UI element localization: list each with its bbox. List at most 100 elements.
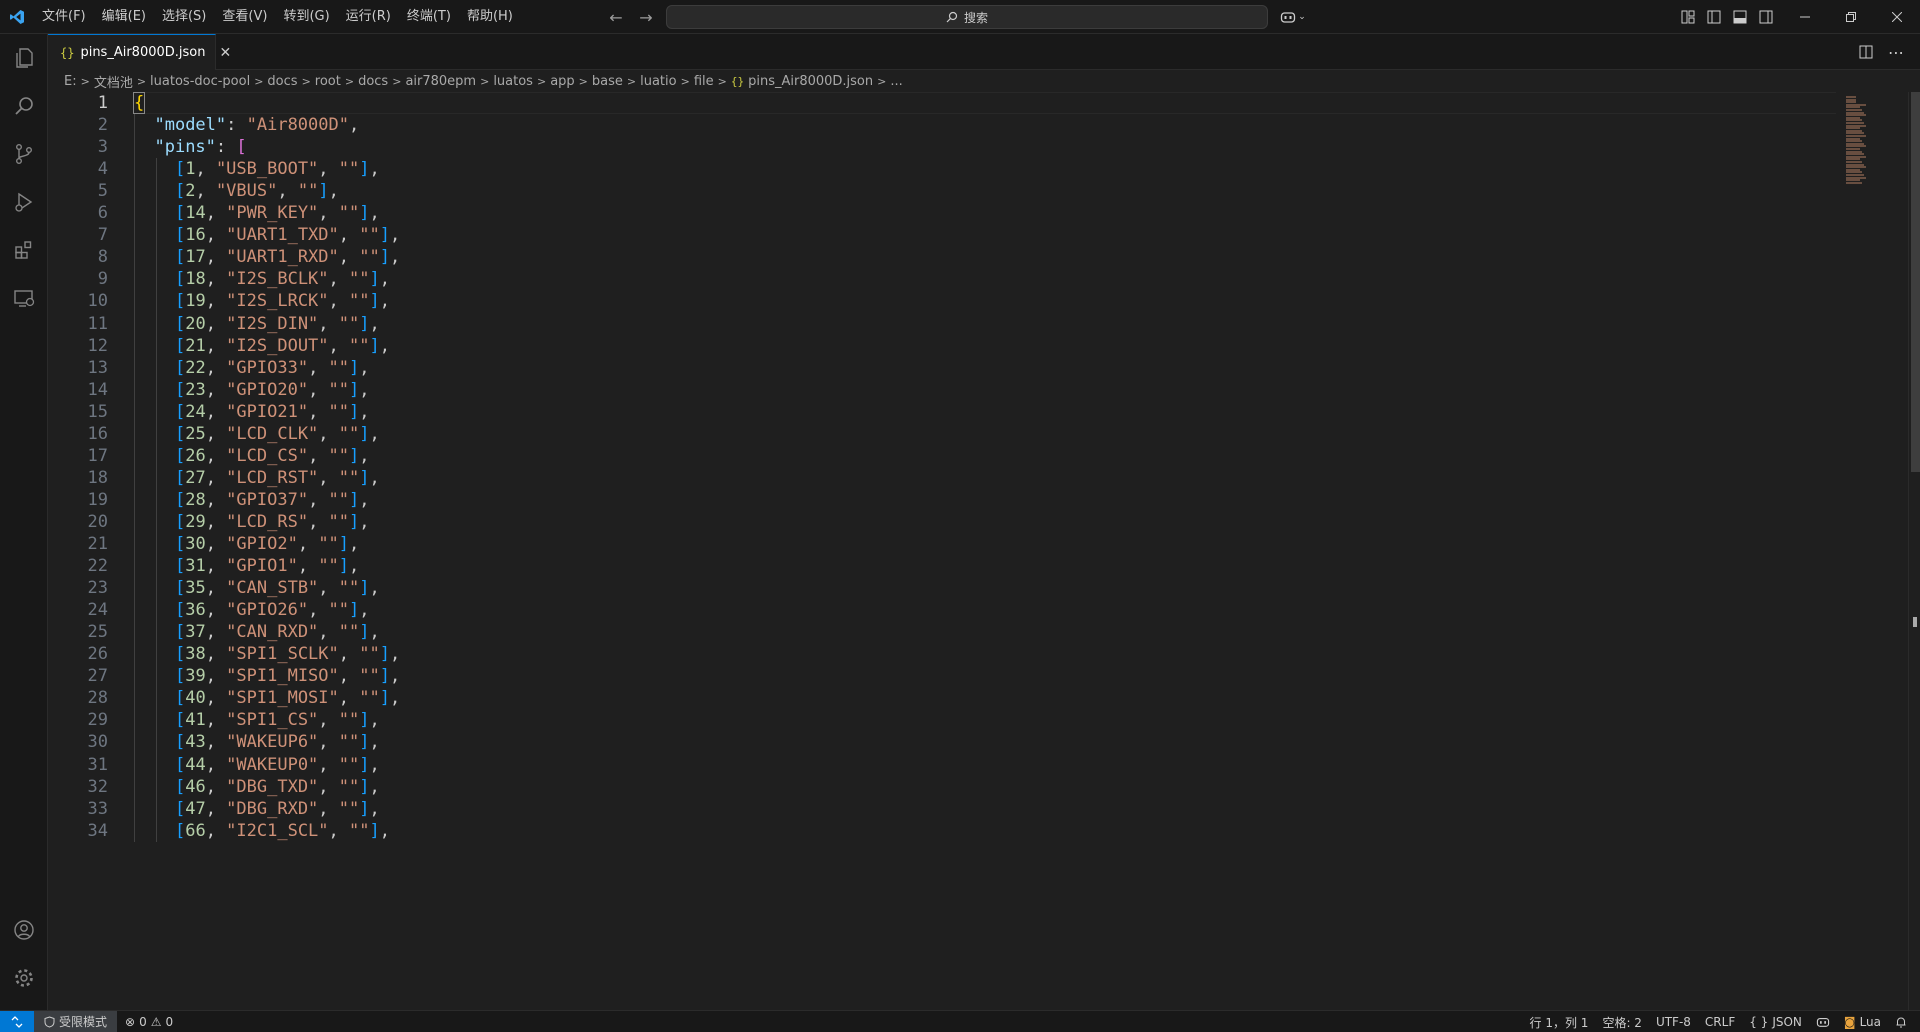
code-line[interactable]: "model": "Air8000D",	[134, 114, 359, 136]
pin-number: 66	[185, 820, 206, 841]
code-line[interactable]: [38, "SPI1_SCLK", ""],	[134, 643, 400, 665]
toggle-panel-icon[interactable]	[1728, 5, 1752, 29]
code-line[interactable]: [28, "GPIO37", ""],	[134, 489, 370, 511]
problems-indicator[interactable]: ⊗ 0 ⚠ 0	[117, 1015, 181, 1029]
code-line[interactable]: [44, "WAKEUP0", ""],	[134, 754, 380, 776]
code-line[interactable]: [16, "UART1_TXD", ""],	[134, 224, 400, 246]
code-line[interactable]: [2, "VBUS", ""],	[134, 180, 339, 202]
breadcrumb-item[interactable]: app	[550, 74, 574, 89]
code-content[interactable]: { "model": "Air8000D", "pins": [ [1, "US…	[132, 92, 1834, 1010]
line-number: 7	[97, 225, 108, 246]
breadcrumb-item[interactable]: air780epm	[405, 74, 476, 89]
code-line[interactable]: [25, "LCD_CLK", ""],	[134, 423, 380, 445]
menu-item[interactable]: 帮助(H)	[459, 4, 521, 30]
menu-item[interactable]: 转到(G)	[275, 4, 337, 30]
end-of-line[interactable]: CRLF	[1698, 1015, 1742, 1029]
code-line[interactable]: [36, "GPIO26", ""],	[134, 599, 370, 621]
code-line[interactable]: [20, "I2S_DIN", ""],	[134, 313, 380, 335]
code-line[interactable]: [31, "GPIO1", ""],	[134, 555, 359, 577]
copilot-button[interactable]: ⌄	[1276, 5, 1310, 29]
code-line[interactable]: [46, "DBG_TXD", ""],	[134, 776, 380, 798]
restricted-mode-indicator[interactable]: 受限模式	[34, 1010, 118, 1032]
code-line[interactable]: [40, "SPI1_MOSI", ""],	[134, 687, 400, 709]
search-icon[interactable]	[0, 82, 48, 130]
breadcrumb-item[interactable]: ...	[890, 74, 902, 89]
breadcrumb-item[interactable]: luatos	[493, 74, 533, 89]
encoding[interactable]: UTF-8	[1649, 1015, 1698, 1029]
lua-status[interactable]: ◙ Lua	[1837, 1015, 1888, 1029]
cursor-position[interactable]: 行 1，列 1	[1523, 1014, 1596, 1031]
vertical-scrollbar[interactable]	[1908, 92, 1920, 1010]
breadcrumb-item[interactable]: E:	[64, 74, 77, 89]
minimap[interactable]	[1844, 92, 1868, 184]
copilot-status-icon[interactable]	[1809, 1016, 1837, 1028]
code-line[interactable]: {	[132, 92, 146, 114]
breadcrumb-item[interactable]: root	[315, 74, 341, 89]
breadcrumb-item[interactable]: docs	[267, 74, 297, 89]
code-line[interactable]: [21, "I2S_DOUT", ""],	[134, 335, 390, 357]
bracket: ]	[349, 600, 360, 621]
breadcrumb-item[interactable]: luatio	[640, 74, 676, 89]
code-line[interactable]: [22, "GPIO33", ""],	[134, 357, 370, 379]
code-line[interactable]: [19, "I2S_LRCK", ""],	[134, 290, 390, 312]
accounts-icon[interactable]	[0, 906, 48, 954]
code-line[interactable]: [14, "PWR_KEY", ""],	[134, 202, 380, 224]
breadcrumb-item[interactable]: docs	[358, 74, 388, 89]
code-token: ,	[205, 666, 227, 687]
toggle-secondary-sidebar-icon[interactable]	[1754, 5, 1778, 29]
language-mode[interactable]: { } JSON	[1742, 1015, 1809, 1029]
breadcrumb-item[interactable]: pins_Air8000D.json	[748, 74, 873, 89]
menu-item[interactable]: 终端(T)	[399, 4, 459, 30]
restore-icon[interactable]	[1828, 0, 1874, 34]
code-line[interactable]: [17, "UART1_RXD", ""],	[134, 246, 400, 268]
back-arrow-icon[interactable]: ←	[604, 5, 628, 29]
code-line[interactable]: [43, "WAKEUP6", ""],	[134, 731, 380, 753]
tab-pins-json[interactable]: {} pins_Air8000D.json ✕	[48, 34, 231, 70]
indentation[interactable]: 空格: 2	[1595, 1014, 1649, 1031]
customize-layout-icon[interactable]	[1676, 5, 1700, 29]
more-actions-icon[interactable]: ⋯	[1884, 40, 1908, 64]
code-token: ,	[359, 600, 370, 621]
code-line[interactable]: [26, "LCD_CS", ""],	[134, 445, 370, 467]
split-editor-icon[interactable]	[1854, 40, 1878, 64]
menu-item[interactable]: 查看(V)	[214, 4, 275, 30]
remote-explorer-icon[interactable]	[0, 274, 48, 322]
forward-arrow-icon[interactable]: →	[634, 5, 658, 29]
source-control-icon[interactable]	[0, 130, 48, 178]
breadcrumb-item[interactable]: file	[694, 74, 714, 89]
breadcrumb-item[interactable]: 文档池	[94, 72, 133, 91]
scrollbar-thumb[interactable]	[1911, 92, 1920, 472]
menu-item[interactable]: 运行(R)	[338, 4, 399, 30]
menu-item[interactable]: 文件(F)	[34, 4, 94, 30]
code-line[interactable]: [41, "SPI1_CS", ""],	[134, 709, 380, 731]
remote-indicator-icon[interactable]	[0, 1010, 34, 1032]
code-line[interactable]: [37, "CAN_RXD", ""],	[134, 621, 380, 643]
code-editor[interactable]: 1 2 3 4 5 6 7 8 9 10 11 12 13 14 15 16 17 18 19 20 21 22 23 24 2…	[48, 92, 1920, 1010]
code-line[interactable]: [47, "DBG_RXD", ""],	[134, 798, 380, 820]
breadcrumb-item[interactable]: base	[592, 74, 623, 89]
extensions-icon[interactable]	[0, 226, 48, 274]
code-line[interactable]: [27, "LCD_RST", ""],	[134, 467, 380, 489]
menu-item[interactable]: 选择(S)	[154, 4, 214, 30]
code-line[interactable]: [35, "CAN_STB", ""],	[134, 577, 380, 599]
code-line[interactable]: [30, "GPIO2", ""],	[134, 533, 359, 555]
notifications-bell-icon[interactable]	[1888, 1016, 1914, 1028]
minimize-icon[interactable]	[1782, 0, 1828, 34]
menu-item[interactable]: 编辑(E)	[94, 4, 154, 30]
run-debug-icon[interactable]	[0, 178, 48, 226]
code-line[interactable]: [23, "GPIO20", ""],	[134, 379, 370, 401]
breadcrumb-item[interactable]: luatos-doc-pool	[150, 74, 250, 89]
close-icon[interactable]: ✕	[219, 44, 231, 62]
code-line[interactable]: [29, "LCD_RS", ""],	[134, 511, 370, 533]
code-line[interactable]: "pins": [	[134, 136, 246, 158]
code-line[interactable]: [39, "SPI1_MISO", ""],	[134, 665, 400, 687]
explorer-icon[interactable]	[0, 34, 48, 82]
toggle-primary-sidebar-icon[interactable]	[1702, 5, 1726, 29]
code-line[interactable]: [18, "I2S_BCLK", ""],	[134, 268, 390, 290]
command-center-search[interactable]: 搜索	[666, 5, 1268, 29]
close-window-icon[interactable]	[1874, 0, 1920, 34]
code-line[interactable]: [1, "USB_BOOT", ""],	[134, 158, 380, 180]
code-line[interactable]: [66, "I2C1_SCL", ""],	[134, 820, 390, 842]
settings-gear-icon[interactable]	[0, 954, 48, 1002]
code-line[interactable]: [24, "GPIO21", ""],	[134, 401, 370, 423]
